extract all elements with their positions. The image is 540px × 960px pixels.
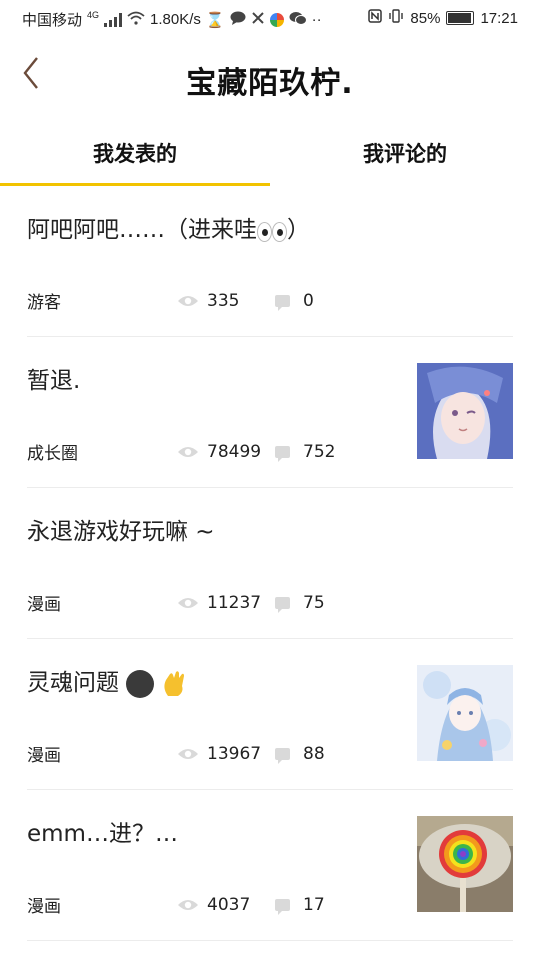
- post-category: 漫画: [27, 897, 61, 917]
- post-category: 漫画: [27, 595, 61, 615]
- wechat-icon: [289, 11, 307, 29]
- post-thumbnail: [417, 816, 513, 912]
- clap-emoji-icon: [162, 670, 188, 696]
- carrier-label: 中国移动: [22, 12, 83, 29]
- comment-count: 75: [303, 592, 325, 613]
- comment-count: 88: [303, 743, 325, 764]
- post-meta: 漫画 13967 88: [27, 741, 325, 767]
- color-app-icon: [269, 12, 284, 27]
- view-count: 78499: [207, 441, 262, 462]
- list-item[interactable]: 灵魂问题 漫画 13967 88: [27, 639, 513, 790]
- comment-count: 0: [303, 290, 314, 311]
- app-icon: [251, 11, 265, 29]
- nfc-icon: [368, 9, 383, 27]
- post-title: 阿吧阿吧……（进来哇）: [27, 217, 310, 243]
- eye-icon: [178, 597, 198, 608]
- eyes-emoji-icon: [257, 221, 287, 242]
- eye-icon: [178, 748, 198, 759]
- tab-bar: 我发表的 我评论的: [0, 118, 540, 186]
- post-title: 灵魂问题: [27, 663, 188, 698]
- network-speed: 1.80K/s: [150, 11, 201, 28]
- list-item[interactable]: 阿吧阿吧……（进来哇） 游客 335 0: [27, 186, 513, 337]
- view-count: 11237: [207, 592, 262, 613]
- network-type: 4G: [87, 9, 100, 20]
- eye-icon: [178, 899, 198, 910]
- post-meta: 游客 335 0: [27, 288, 314, 314]
- message-icon: [230, 11, 246, 29]
- comment-icon: [275, 294, 290, 311]
- comment-count: 17: [303, 894, 325, 915]
- comment-count: 752: [303, 441, 336, 462]
- battery-percent: 85%: [410, 9, 441, 27]
- eye-icon: [178, 446, 198, 457]
- wifi-icon: [127, 11, 145, 29]
- post-category: 成长圈: [27, 444, 78, 464]
- post-title: 暂退.: [27, 368, 81, 394]
- post-thumbnail: [417, 665, 513, 761]
- view-count: 4037: [207, 894, 251, 915]
- hourglass-icon: ⌛: [205, 11, 225, 29]
- comment-icon: [275, 445, 290, 462]
- comment-icon: [275, 747, 290, 764]
- more-icon: ··: [311, 11, 322, 28]
- eye-icon: [178, 295, 198, 306]
- post-meta: 漫画 4037 17: [27, 892, 325, 918]
- post-category: 游客: [27, 293, 61, 313]
- comment-icon: [275, 898, 290, 915]
- page-header: 宝藏陌玖柠.: [0, 38, 540, 118]
- face-emoji-icon: [126, 669, 155, 698]
- page-title: 宝藏陌玖柠.: [186, 66, 354, 101]
- tab-my-comments[interactable]: 我评论的: [270, 118, 540, 186]
- comment-icon: [275, 596, 290, 613]
- post-meta: 漫画 11237 75: [27, 590, 325, 616]
- tab-my-posts[interactable]: 我发表的: [0, 118, 270, 186]
- list-item[interactable]: 永退游戏好玩嘛 ~ 漫画 11237 75: [27, 488, 513, 639]
- view-count: 13967: [207, 743, 262, 764]
- post-meta: 成长圈 78499 752: [27, 439, 336, 465]
- post-title: 永退游戏好玩嘛 ~: [27, 519, 215, 545]
- status-bar: 中国移动 4G 1.80K/s ⌛ ·· 85% 17:21: [0, 0, 540, 38]
- post-category: 漫画: [27, 746, 61, 766]
- list-item[interactable]: emm…进？… 漫画 4037 17: [27, 790, 513, 941]
- post-thumbnail: [417, 363, 513, 459]
- signal-icon: [104, 12, 123, 27]
- battery-icon: [446, 11, 475, 25]
- post-list: 阿吧阿吧……（进来哇） 游客 335 0 暂退. 成长圈 78499 752 永…: [0, 186, 540, 941]
- list-item[interactable]: 暂退. 成长圈 78499 752: [27, 337, 513, 488]
- post-title: emm…进？…: [27, 821, 178, 847]
- clock: 17:21: [480, 9, 518, 27]
- vibrate-icon: [388, 9, 404, 27]
- view-count: 335: [207, 290, 240, 311]
